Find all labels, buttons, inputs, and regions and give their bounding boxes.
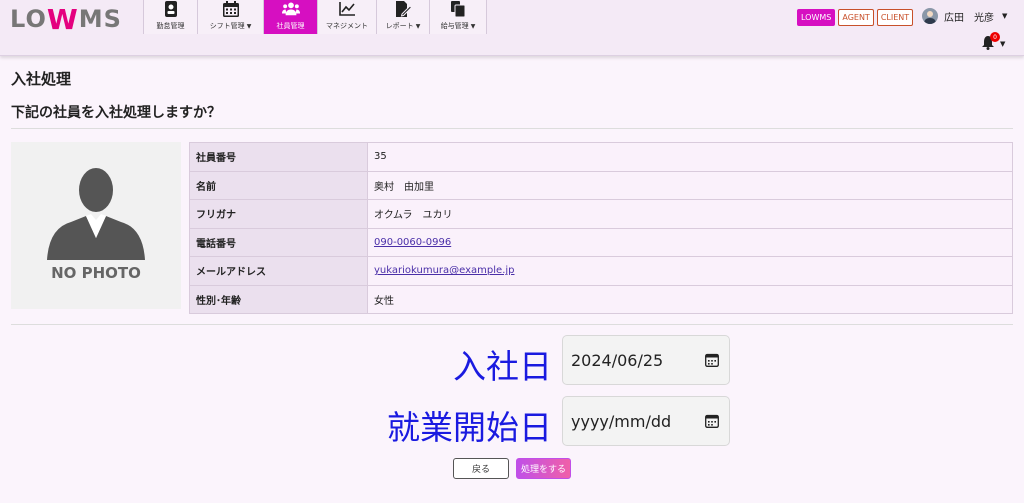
chevron-down-icon: ▼ <box>470 23 476 30</box>
divider <box>11 128 1013 129</box>
badge-lowms[interactable]: LOWMS <box>797 9 836 26</box>
table-row: フリガナ オクムラ ユカリ <box>189 199 1013 229</box>
role-badges: LOWMS AGENT CLIENT <box>797 9 914 26</box>
nav-shift[interactable]: シフト管理 ▼ <box>197 0 264 34</box>
row-key-name: 名前 <box>189 170 368 200</box>
row-key-gender-age: 性別･年齢 <box>189 284 368 314</box>
back-button[interactable]: 戻る <box>453 458 509 479</box>
badge-client[interactable]: CLIENT <box>876 9 914 26</box>
nav-employee[interactable]: 社員管理 <box>263 0 318 34</box>
documents-icon <box>449 0 467 18</box>
calendar-icon[interactable] <box>705 414 719 428</box>
page-title: 入社処理 <box>11 70 72 88</box>
chevron-down-icon: ▼ <box>1002 12 1008 20</box>
top-header: LO W MS 勤怠管理 シフト管理 ▼ 社員管理 マネジメント レポート ▼ … <box>0 0 1024 56</box>
row-value-name: 奥村 由加里 <box>367 170 1013 200</box>
badge-agent[interactable]: AGENT <box>838 9 874 26</box>
table-row: 電話番号 090-0060-0996 <box>189 227 1013 257</box>
start-date-label: 就業開始日 <box>387 408 552 447</box>
nav-payroll[interactable]: 給与管理 ▼ <box>429 0 487 34</box>
join-date-input[interactable]: 2024/06/25 <box>562 335 730 385</box>
table-row: メールアドレス yukariokumura@example.jp <box>189 256 1013 286</box>
app-logo[interactable]: LO W MS <box>10 3 122 36</box>
nav-report[interactable]: レポート ▼ <box>376 0 430 34</box>
divider <box>11 324 1013 325</box>
chevron-down-icon: ▼ <box>415 23 421 30</box>
row-key-email: メールアドレス <box>189 256 368 286</box>
id-card-icon <box>162 0 180 18</box>
avatar <box>922 8 938 24</box>
logo-text-post: MS <box>78 5 122 33</box>
no-photo-label: NO PHOTO <box>51 264 141 282</box>
join-date-label: 入社日 <box>453 347 552 386</box>
employee-info-table: 社員番号 35 名前 奥村 由加里 フリガナ オクムラ ユカリ 電話番号 090… <box>189 142 1013 314</box>
nav-management[interactable]: マネジメント <box>317 0 377 34</box>
employee-photo: NO PHOTO <box>11 142 181 309</box>
user-menu[interactable]: 広田 光彦 ▼ <box>922 8 1007 24</box>
start-date-placeholder: yyyy/mm/dd <box>571 411 672 431</box>
email-link[interactable]: yukariokumura@example.jp <box>374 265 515 276</box>
nav-employee-label: 社員管理 <box>276 22 305 30</box>
logo-text-pre: LO <box>10 5 47 33</box>
nav-attendance[interactable]: 勤怠管理 <box>143 0 198 34</box>
confirm-question: 下記の社員を入社処理しますか？ <box>11 105 221 121</box>
phone-link[interactable]: 090-0060-0996 <box>374 237 451 248</box>
notification-bell[interactable]: 0 <box>982 32 1002 52</box>
table-row: 名前 奥村 由加里 <box>189 170 1013 200</box>
logo-text-mid: W <box>46 2 79 36</box>
row-key-furigana: フリガナ <box>189 199 368 229</box>
chevron-down-icon[interactable]: ▼ <box>1000 40 1005 48</box>
calendar-icon[interactable] <box>705 353 719 367</box>
chart-line-icon <box>338 0 356 18</box>
row-value-furigana: オクムラ ユカリ <box>367 199 1013 229</box>
table-row: 社員番号 35 <box>189 142 1013 172</box>
nav-report-label: レポート <box>385 22 414 30</box>
nav-payroll-label: 給与管理 <box>440 22 469 30</box>
table-row: 性別･年齢 女性 <box>189 284 1013 314</box>
nav-management-label: マネジメント <box>326 22 368 30</box>
submit-button[interactable]: 処理をする <box>516 458 571 479</box>
main-nav: 勤怠管理 シフト管理 ▼ 社員管理 マネジメント レポート ▼ 給与管理 ▼ <box>143 0 487 34</box>
row-value-gender-age: 女性 <box>367 284 1013 314</box>
chevron-down-icon: ▼ <box>246 23 252 30</box>
nav-shift-label: シフト管理 <box>209 22 245 30</box>
row-value-employee-number: 35 <box>367 142 1013 172</box>
join-date-value: 2024/06/25 <box>571 350 664 370</box>
row-key-phone: 電話番号 <box>189 227 368 257</box>
users-icon <box>281 0 300 18</box>
person-silhouette-icon <box>47 168 145 260</box>
user-name: 広田 光彦 <box>944 12 994 24</box>
report-edit-icon <box>394 0 412 18</box>
notification-count: 0 <box>990 32 1000 42</box>
nav-attendance-label: 勤怠管理 <box>156 22 185 30</box>
calendar-icon <box>222 0 240 18</box>
row-key-employee-number: 社員番号 <box>189 142 368 172</box>
start-date-input[interactable]: yyyy/mm/dd <box>562 396 730 446</box>
